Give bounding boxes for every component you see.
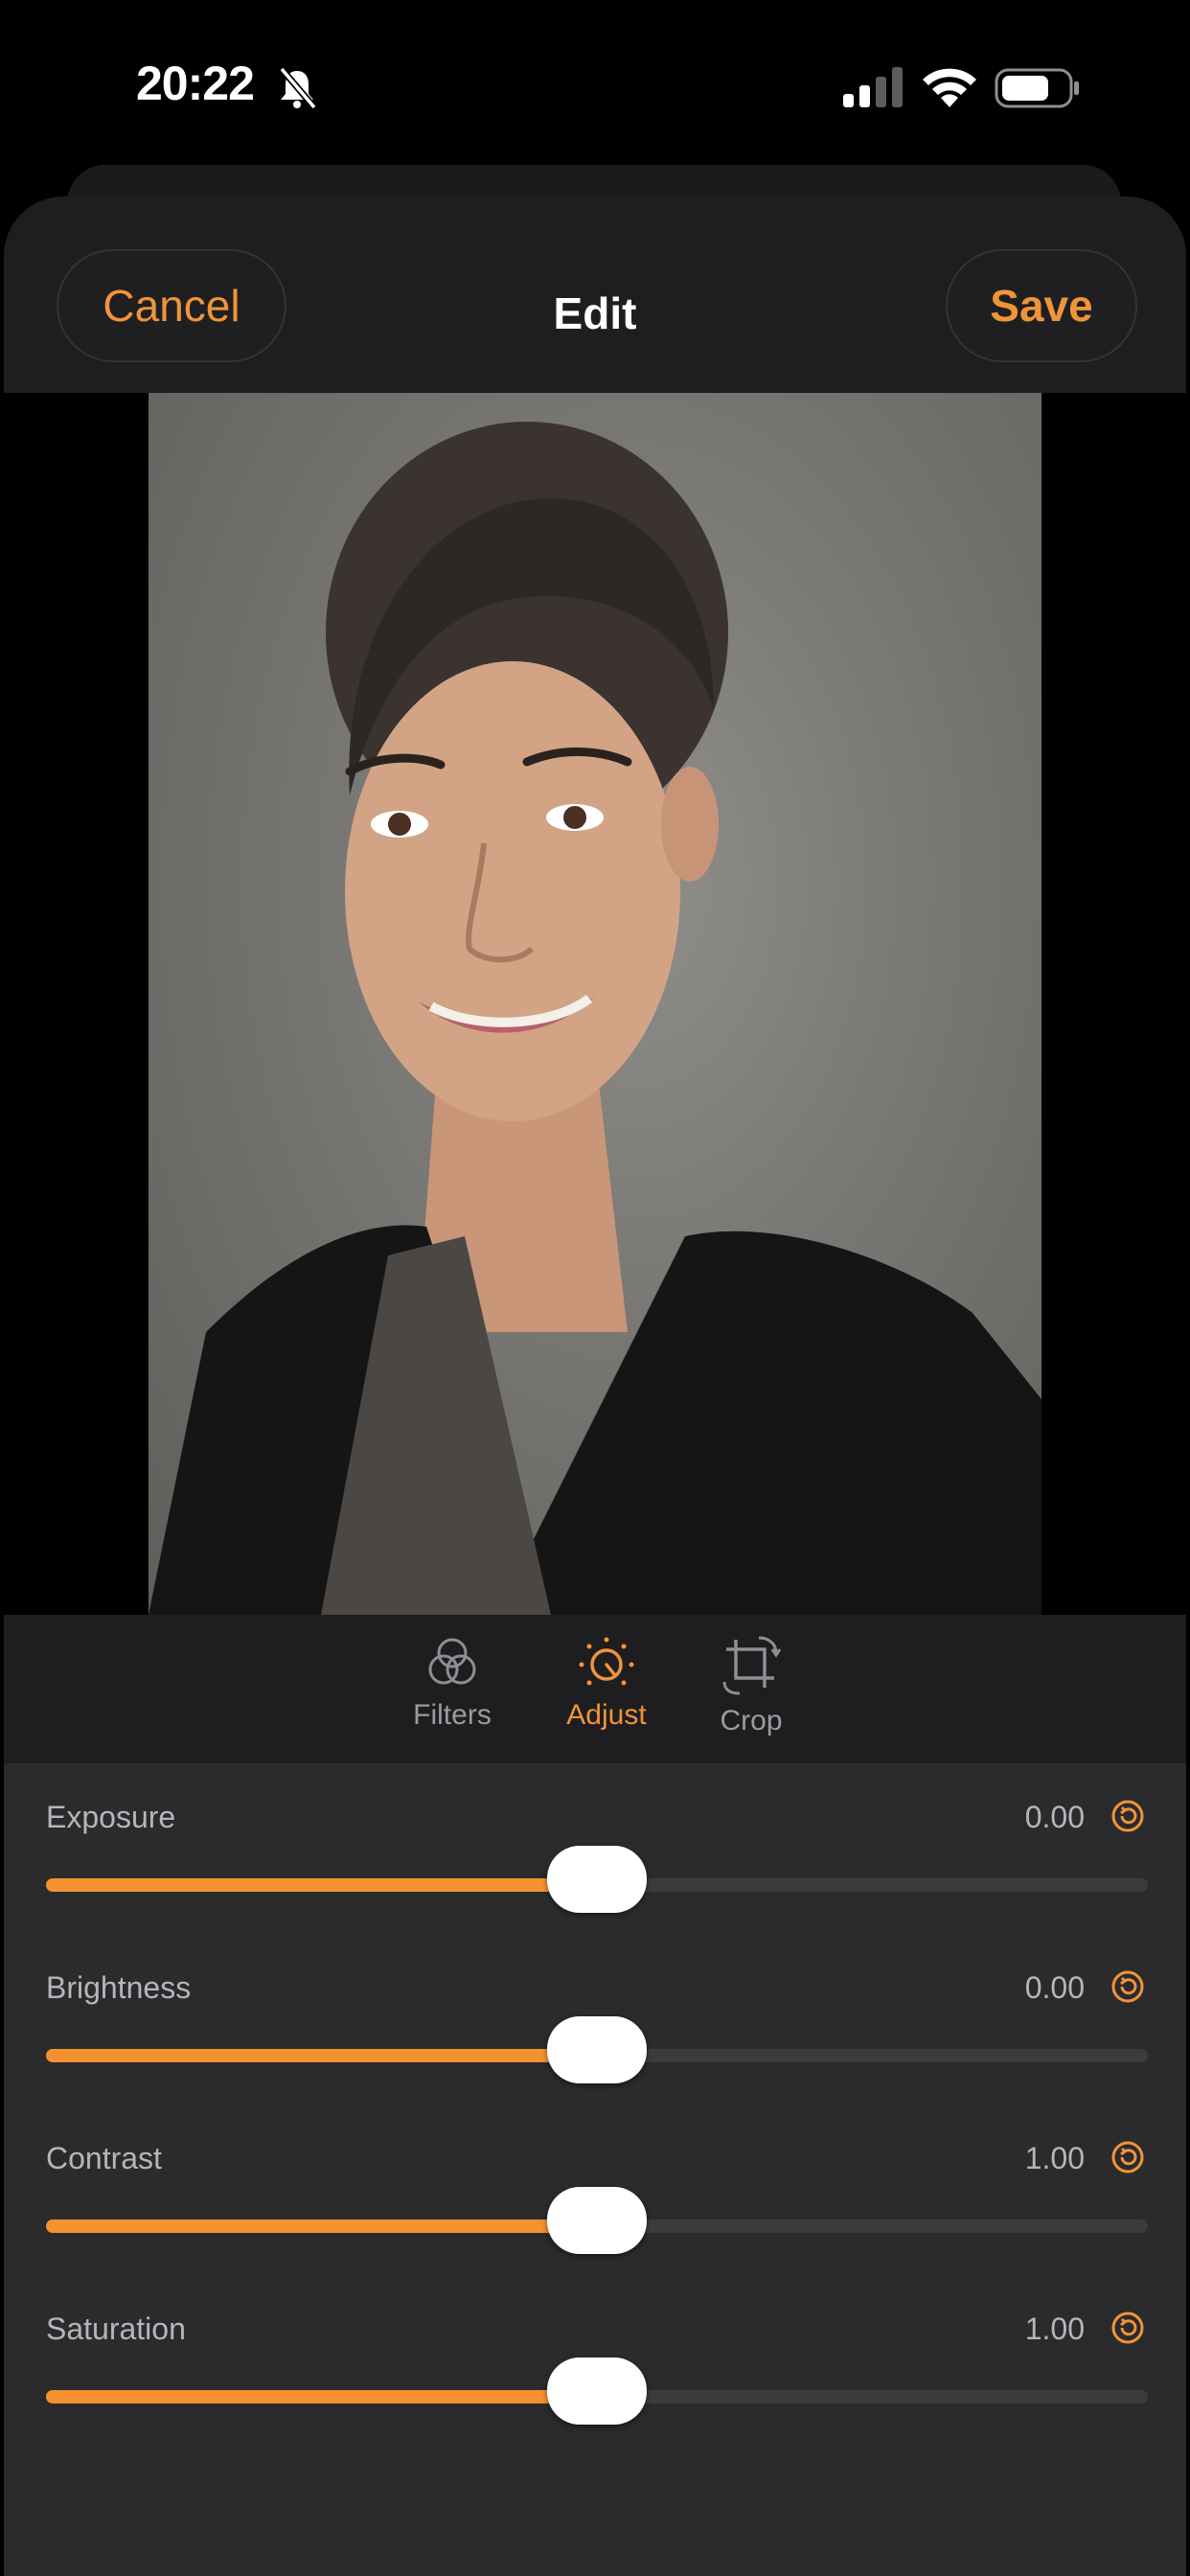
battery-icon — [995, 68, 1079, 108]
tab-filters-label: Filters — [413, 1699, 492, 1731]
reset-brightness-icon[interactable] — [1110, 1968, 1146, 2005]
exposure-value: 0.00 — [1024, 1800, 1085, 1834]
saturation-value: 1.00 — [1024, 2312, 1085, 2346]
tab-adjust[interactable]: Adjust — [535, 1634, 678, 1759]
contrast-slider-thumb[interactable] — [547, 2187, 647, 2254]
contrast-slider[interactable] — [46, 2187, 1148, 2254]
wifi-icon — [923, 68, 976, 107]
contrast-label: Contrast — [46, 2141, 162, 2175]
exposure-slider[interactable] — [46, 1846, 1148, 1913]
crop-icon — [722, 1636, 782, 1695]
photo-canvas — [4, 393, 1186, 1615]
tool-tab-bar: Filters Adjust Crop — [4, 1615, 1186, 1763]
exposure-slider-thumb[interactable] — [547, 1846, 647, 1913]
adjust-row-brightness: Brightness 0.00 — [4, 1934, 1186, 2104]
contrast-value: 1.00 — [1024, 2141, 1085, 2175]
status-bar: 20:22 — [0, 0, 1190, 168]
reset-saturation-icon[interactable] — [1110, 2310, 1146, 2346]
exposure-slider-fill — [46, 1878, 597, 1892]
portrait-illustration — [149, 422, 1041, 1615]
tab-crop[interactable]: Crop — [679, 1634, 823, 1759]
brightness-slider[interactable] — [46, 2016, 1148, 2083]
saturation-label: Saturation — [46, 2312, 186, 2346]
tab-adjust-label: Adjust — [566, 1699, 647, 1731]
adjustments-panel: Exposure 0.00 Brightness 0.00 Contrast 1… — [4, 1763, 1186, 2576]
save-button[interactable]: Save — [946, 249, 1137, 362]
bell-muted-icon — [279, 66, 317, 109]
filters-icon — [428, 1638, 476, 1685]
saturation-slider[interactable] — [46, 2358, 1148, 2425]
tab-crop-label: Crop — [720, 1705, 783, 1736]
nav-bar: Cancel Edit Save — [4, 196, 1186, 393]
brightness-slider-thumb[interactable] — [547, 2016, 647, 2083]
contrast-slider-fill — [46, 2220, 597, 2233]
portrait-photo — [149, 393, 1041, 1615]
reset-contrast-icon[interactable] — [1110, 2139, 1146, 2175]
reset-exposure-icon[interactable] — [1110, 1798, 1146, 1834]
brightness-label: Brightness — [46, 1970, 192, 2005]
adjust-row-exposure: Exposure 0.00 — [4, 1763, 1186, 1934]
adjust-icon — [579, 1637, 634, 1686]
exposure-label: Exposure — [46, 1800, 176, 1834]
brightness-slider-fill — [46, 2049, 597, 2062]
saturation-slider-fill — [46, 2390, 597, 2404]
adjust-row-contrast: Contrast 1.00 — [4, 2104, 1186, 2275]
edit-sheet: Cancel Edit Save Filters Adjust Crop Exp… — [4, 196, 1186, 2576]
signal-icon — [843, 67, 903, 107]
adjust-row-saturation: Saturation 1.00 — [4, 2275, 1186, 2446]
status-time: 20:22 — [136, 57, 255, 110]
brightness-value: 0.00 — [1024, 1970, 1085, 2005]
saturation-slider-thumb[interactable] — [547, 2358, 647, 2425]
tab-filters[interactable]: Filters — [380, 1634, 524, 1759]
